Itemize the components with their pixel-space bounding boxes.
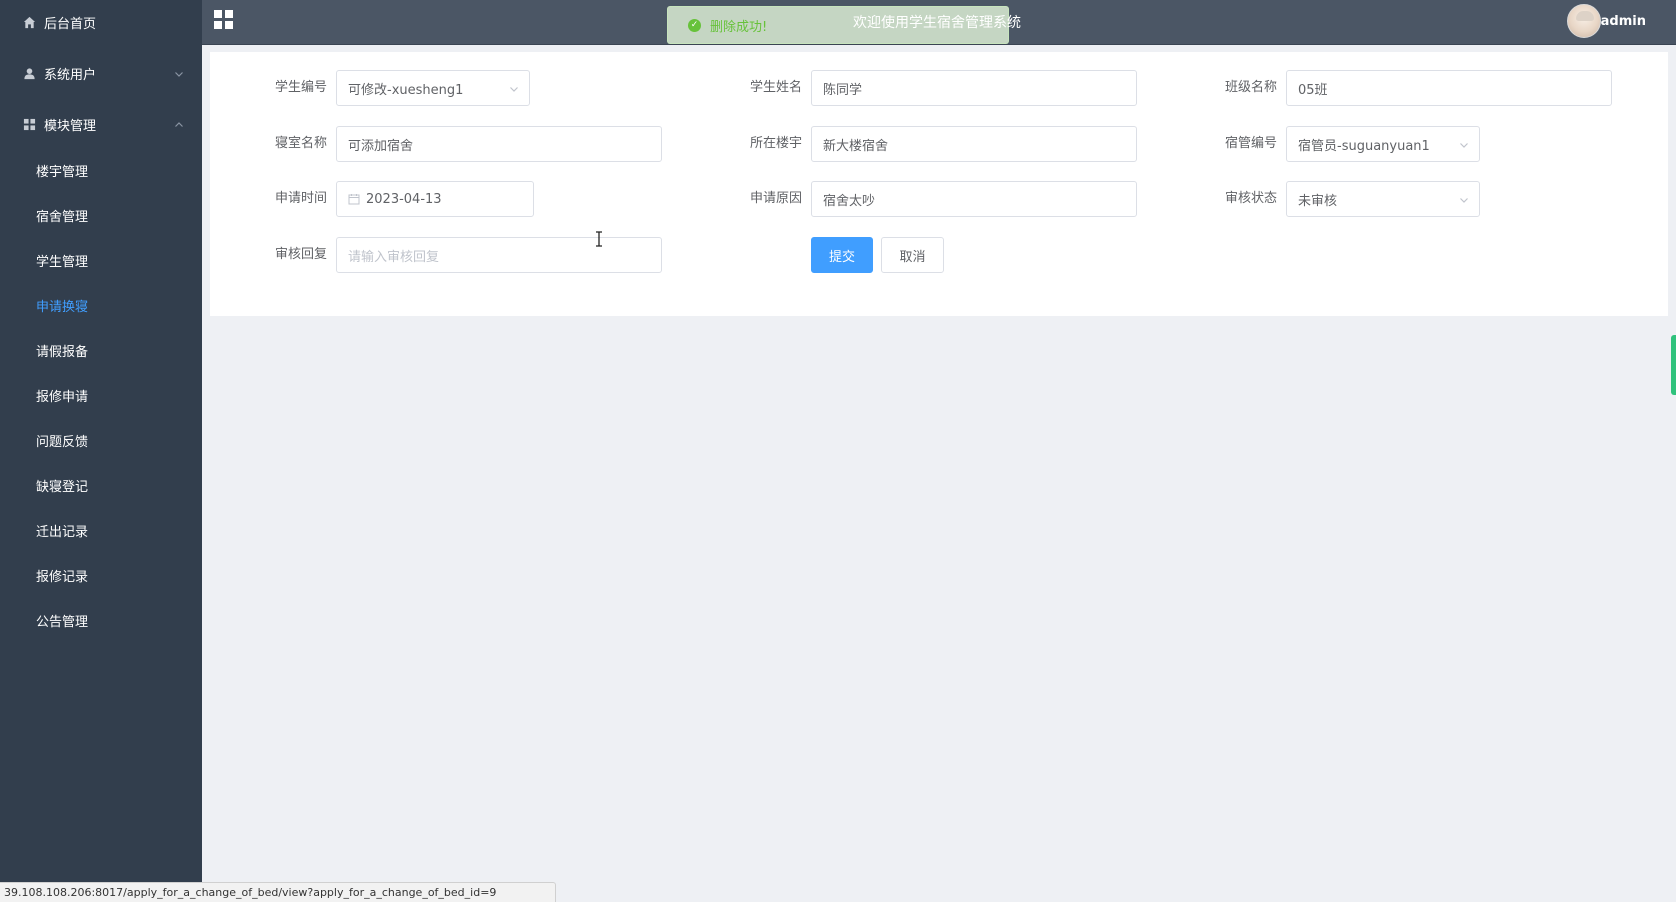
sidebar: 后台首页 系统用户 模块管理 楼宇管理 宿舍管理 学生管理 申请换寝 请假报备 … <box>0 0 202 902</box>
chevron-down-icon <box>174 68 184 78</box>
sidebar-item-buildings[interactable]: 楼宇管理 <box>0 150 202 190</box>
chevron-up-icon <box>174 119 184 129</box>
dorm-name-field[interactable]: 可添加宿舍 <box>336 126 662 162</box>
sidebar-item-label: 问题反馈 <box>36 434 89 450</box>
student-name-value: 陈同学 <box>823 82 863 98</box>
building-label: 所在楼宇 <box>750 136 803 151</box>
sidebar-item-absence[interactable]: 缺寝登记 <box>0 465 202 505</box>
sidebar-item-label: 宿舍管理 <box>36 209 89 225</box>
text-cursor-icon <box>594 231 604 247</box>
sidebar-item-label: 学生管理 <box>36 254 89 270</box>
manager-no-value: 宿管员-suguanyuan1 <box>1298 138 1430 154</box>
chevron-down-icon <box>1459 194 1469 204</box>
sidebar-item-modules[interactable]: 模块管理 <box>0 102 202 146</box>
building-field[interactable]: 新大楼宿舍 <box>811 126 1137 162</box>
sidebar-item-label: 申请换寝 <box>36 299 89 315</box>
form-panel: 学生编号 可修改-xuesheng1 学生姓名 陈同学 班级名称 05班 寝室名… <box>210 52 1668 316</box>
sidebar-item-label: 公告管理 <box>36 614 89 630</box>
manager-no-label: 宿管编号 <box>1225 136 1278 151</box>
avatar[interactable] <box>1567 4 1601 38</box>
sidebar-item-label: 楼宇管理 <box>36 164 89 180</box>
apply-time-value: 2023-04-13 <box>366 191 442 207</box>
sidebar-item-label: 报修申请 <box>36 389 89 405</box>
sidebar-item-label: 系统用户 <box>44 67 97 83</box>
student-no-value: 可修改-xuesheng1 <box>348 82 464 98</box>
calendar-icon <box>348 193 360 205</box>
manager-no-select[interactable]: 宿管员-suguanyuan1 <box>1286 126 1480 162</box>
class-name-field[interactable]: 05班 <box>1286 70 1612 106</box>
sidebar-item-moveout[interactable]: 迁出记录 <box>0 510 202 550</box>
review-status-value: 未审核 <box>1298 193 1338 209</box>
top-header: ✓ 删除成功! 欢迎使用学生宿舍管理系统 admin <box>202 0 1676 45</box>
apply-reason-value: 宿舍太吵 <box>823 193 876 209</box>
sidebar-item-label: 后台首页 <box>44 16 97 32</box>
user-icon <box>22 66 36 80</box>
sidebar-item-label: 迁出记录 <box>36 524 89 540</box>
student-no-label: 学生编号 <box>275 80 328 95</box>
review-status-select[interactable]: 未审核 <box>1286 181 1480 217</box>
review-reply-label: 审核回复 <box>275 247 328 262</box>
sidebar-item-label: 请假报备 <box>36 344 89 360</box>
page-title: 欢迎使用学生宿舍管理系统 <box>853 15 1021 31</box>
sidebar-item-label: 缺寝登记 <box>36 479 89 495</box>
sidebar-item-repair-records[interactable]: 报修记录 <box>0 555 202 595</box>
chevron-down-icon <box>1459 139 1469 149</box>
student-name-label: 学生姓名 <box>750 80 803 95</box>
submit-button[interactable]: 提交 <box>811 237 873 273</box>
apply-reason-field[interactable]: 宿舍太吵 <box>811 181 1137 217</box>
sidebar-item-notices[interactable]: 公告管理 <box>0 600 202 640</box>
student-no-select[interactable]: 可修改-xuesheng1 <box>336 70 530 106</box>
chevron-down-icon <box>509 83 519 93</box>
grid-icon <box>22 117 36 131</box>
home-icon <box>22 15 36 29</box>
sidebar-item-label: 模块管理 <box>44 118 97 134</box>
toast-message: 删除成功! <box>710 19 768 35</box>
class-name-value: 05班 <box>1298 82 1328 98</box>
sidebar-item-dorms[interactable]: 宿舍管理 <box>0 195 202 235</box>
sidebar-item-students[interactable]: 学生管理 <box>0 240 202 280</box>
review-status-label: 审核状态 <box>1225 191 1278 206</box>
cancel-button[interactable]: 取消 <box>881 237 944 273</box>
building-value: 新大楼宿舍 <box>823 138 889 154</box>
apply-reason-label: 申请原因 <box>750 191 803 206</box>
sidebar-item-feedback[interactable]: 问题反馈 <box>0 420 202 460</box>
sidebar-item-repair-request[interactable]: 报修申请 <box>0 375 202 415</box>
class-name-label: 班级名称 <box>1225 80 1278 95</box>
sidebar-item-system-users[interactable]: 系统用户 <box>0 51 202 95</box>
review-reply-input[interactable]: 请输入审核回复 <box>336 237 662 273</box>
sidebar-item-label: 报修记录 <box>36 569 89 585</box>
menu-toggle-icon[interactable] <box>214 10 234 30</box>
username[interactable]: admin <box>1601 14 1646 29</box>
dorm-name-label: 寝室名称 <box>275 136 328 151</box>
apply-time-datepicker[interactable]: 2023-04-13 <box>336 181 534 217</box>
sidebar-item-home[interactable]: 后台首页 <box>0 0 202 44</box>
apply-time-label: 申请时间 <box>275 191 328 206</box>
check-circle-icon: ✓ <box>688 18 701 32</box>
status-bar-url: 39.108.108.206:8017/apply_for_a_change_o… <box>0 882 556 902</box>
vertical-scrollbar[interactable] <box>1671 335 1676 395</box>
sidebar-item-bed-change[interactable]: 申请换寝 <box>0 285 202 325</box>
sidebar-item-leave[interactable]: 请假报备 <box>0 330 202 370</box>
dorm-name-value: 可添加宿舍 <box>348 138 414 154</box>
review-reply-placeholder: 请输入审核回复 <box>348 249 440 265</box>
student-name-field[interactable]: 陈同学 <box>811 70 1137 106</box>
